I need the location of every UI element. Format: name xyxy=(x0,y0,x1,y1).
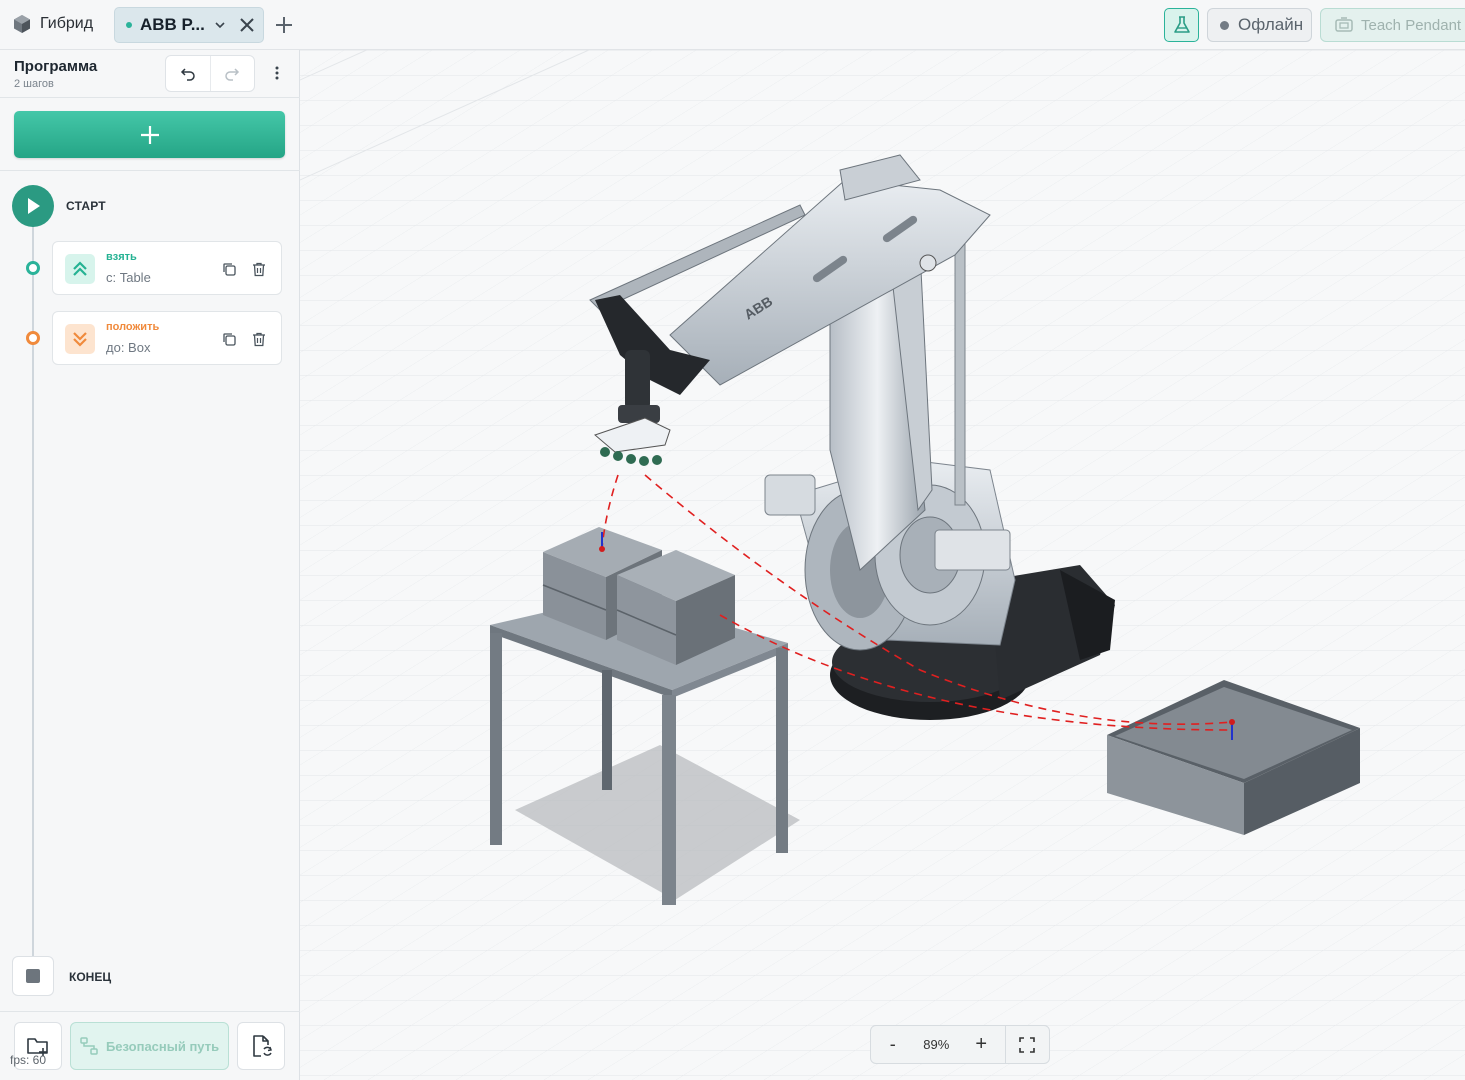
3d-viewport[interactable]: ABB xyxy=(300,50,1465,1080)
status-dot xyxy=(1220,20,1229,30)
close-icon[interactable] xyxy=(237,15,257,35)
step-name: положить xyxy=(106,321,160,333)
program-step-count: 2 шагов xyxy=(14,78,54,90)
undo-redo-group xyxy=(165,55,255,92)
chevron-down-icon[interactable] xyxy=(213,18,227,32)
fps-counter: fps: 60 xyxy=(10,1053,47,1067)
brand[interactable]: Гибрид xyxy=(12,14,93,34)
stop-icon xyxy=(26,969,40,983)
end-label: КОНЕЦ xyxy=(69,970,112,984)
step-target: до: Box xyxy=(106,340,151,355)
divider xyxy=(0,97,300,98)
redo-button[interactable] xyxy=(209,56,255,91)
lab-button[interactable] xyxy=(1164,8,1199,42)
add-tab-icon[interactable] xyxy=(272,13,296,37)
tab-label: ABB P... xyxy=(140,15,205,34)
end-node xyxy=(12,956,54,996)
file-sync-icon xyxy=(253,1035,272,1057)
step-card-pick[interactable]: взять с: Table xyxy=(52,241,282,295)
export-program-button[interactable] xyxy=(237,1022,285,1070)
step-name: взять xyxy=(106,251,137,263)
undo-icon xyxy=(180,67,195,81)
divider xyxy=(0,170,300,171)
duplicate-icon[interactable] xyxy=(220,260,238,278)
top-bar: Гибрид ABB P... Офлайн Teach Pendant xyxy=(0,0,1465,50)
project-tab[interactable]: ABB P... xyxy=(114,7,264,43)
undo-button[interactable] xyxy=(166,56,210,91)
start-button[interactable] xyxy=(12,185,54,227)
program-title: Программа xyxy=(14,58,98,75)
place-icon xyxy=(65,324,95,354)
flask-icon xyxy=(1173,16,1190,33)
redo-icon xyxy=(225,67,240,81)
zoom-in-button[interactable]: + xyxy=(958,1026,1004,1063)
add-step-button[interactable] xyxy=(14,111,285,158)
zoom-controls: - 89% + xyxy=(870,1025,1050,1064)
fullscreen-icon xyxy=(1019,1036,1036,1053)
program-sidebar: Программа 2 шагов СТАРТ взять с: Table п… xyxy=(0,50,300,1080)
safe-path-label: Безопасный путь xyxy=(105,1038,220,1054)
plus-icon xyxy=(140,125,159,144)
timeline-node-pick xyxy=(26,261,40,275)
scene-canvas[interactable]: ABB xyxy=(300,50,1465,1080)
timeline-node-place xyxy=(26,331,40,345)
divider xyxy=(0,1011,300,1012)
zoom-level: 89% xyxy=(923,1037,950,1052)
route-icon xyxy=(80,1037,98,1055)
safe-path-button[interactable]: Безопасный путь xyxy=(70,1022,229,1070)
connection-status-button[interactable]: Офлайн xyxy=(1207,8,1312,42)
duplicate-icon[interactable] xyxy=(220,330,238,348)
play-icon xyxy=(28,198,40,214)
teach-pendant-label: Teach Pendant xyxy=(1361,16,1462,34)
fit-view-button[interactable] xyxy=(1004,1026,1050,1063)
start-label: СТАРТ xyxy=(66,199,106,213)
logo-icon xyxy=(14,15,30,33)
connection-status-label: Офлайн xyxy=(1238,15,1304,34)
pendant-icon xyxy=(1335,17,1353,32)
trash-icon[interactable] xyxy=(250,260,268,278)
zoom-out-button[interactable]: - xyxy=(871,1026,915,1063)
teach-pendant-button[interactable]: Teach Pendant xyxy=(1320,8,1465,42)
more-menu-icon[interactable] xyxy=(268,62,286,84)
step-card-place[interactable]: положить до: Box xyxy=(52,311,282,365)
step-target: с: Table xyxy=(106,270,151,285)
brand-name: Гибрид xyxy=(40,15,94,32)
tab-status-dot xyxy=(126,22,132,28)
trash-icon[interactable] xyxy=(250,330,268,348)
pick-icon xyxy=(65,254,95,284)
